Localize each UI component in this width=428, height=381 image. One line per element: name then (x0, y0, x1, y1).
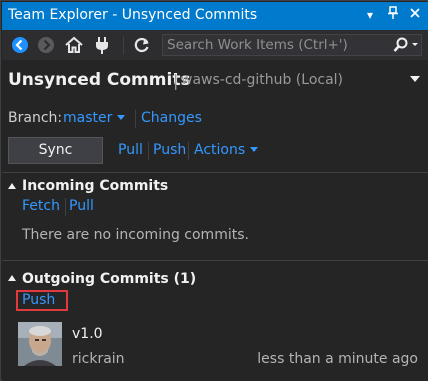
home-icon[interactable] (64, 35, 84, 55)
collapse-section-icon[interactable] (8, 275, 16, 281)
page-menu-icon[interactable] (410, 76, 420, 82)
search-box[interactable]: Search Work Items (Ctrl+') (162, 34, 422, 56)
push-link[interactable]: Push (153, 142, 186, 158)
search-input[interactable]: Search Work Items (Ctrl+') (167, 37, 348, 53)
no-incoming-message: There are no incoming commits. (22, 227, 249, 243)
unsynced-commits-page: Unsynced Commits | waws-cd-github (Local… (2, 60, 428, 381)
toolbar-separator (123, 36, 124, 54)
link-separator (188, 142, 189, 160)
sync-button[interactable]: Sync (8, 137, 103, 164)
fetch-link[interactable]: Fetch (22, 198, 60, 214)
pull-link[interactable]: Pull (118, 142, 143, 158)
repository-name: waws-cd-github (Local) (181, 72, 344, 88)
branch-name: master (63, 110, 113, 126)
commit-message: v1.0 (72, 326, 103, 342)
branch-label: Branch: (8, 110, 63, 126)
refresh-icon[interactable] (132, 35, 152, 55)
chevron-down-icon (250, 147, 259, 152)
avatar (18, 322, 62, 366)
section-divider (2, 260, 428, 261)
collapse-section-icon[interactable] (8, 183, 16, 189)
actions-label: Actions (194, 142, 246, 158)
commit-time: less than a minute ago (257, 351, 418, 367)
back-icon[interactable] (10, 35, 30, 55)
title-separator: | (173, 71, 179, 90)
forward-icon[interactable] (36, 35, 56, 55)
connect-icon[interactable] (92, 35, 112, 55)
outgoing-commits-header[interactable]: Outgoing Commits (1) (22, 271, 196, 287)
title-bar: Team Explorer - Unsynced Commits ▾ (2, 2, 428, 30)
link-separator (65, 198, 66, 216)
incoming-commits-header[interactable]: Incoming Commits (22, 178, 168, 194)
branch-selector[interactable]: master (63, 110, 126, 126)
link-separator (148, 142, 149, 160)
window-menu-icon[interactable]: ▾ (362, 6, 378, 24)
incoming-pull-link[interactable]: Pull (69, 198, 94, 214)
actions-dropdown[interactable]: Actions (194, 142, 259, 158)
changes-link[interactable]: Changes (141, 110, 202, 126)
close-icon[interactable] (407, 6, 423, 24)
page-title: Unsynced Commits (8, 70, 191, 90)
team-explorer-window: Team Explorer - Unsynced Commits ▾ Searc… (0, 0, 428, 381)
commit-author: rickrain (72, 351, 125, 367)
search-icon[interactable] (391, 36, 421, 54)
section-divider (2, 172, 428, 173)
toolbar: Search Work Items (Ctrl+') (2, 30, 428, 60)
link-separator (135, 110, 136, 128)
pin-icon[interactable] (385, 6, 401, 24)
window-title: Team Explorer - Unsynced Commits (8, 7, 258, 23)
chevron-down-icon (117, 115, 126, 120)
outgoing-push-link[interactable]: Push (22, 292, 55, 308)
